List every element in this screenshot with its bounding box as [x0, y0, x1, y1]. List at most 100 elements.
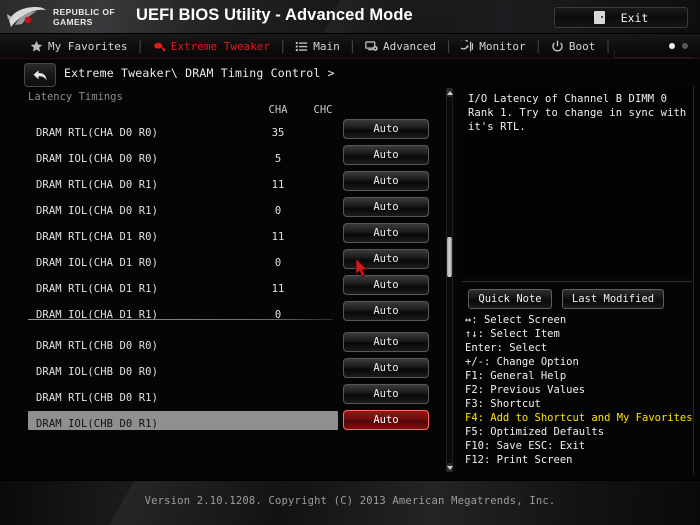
help-actions: Quick Note Last Modified: [468, 289, 692, 309]
rog-brand: REPUBLIC OF GAMERS: [6, 3, 128, 31]
breadcrumb: Extreme Tweaker\ DRAM Timing Control >: [64, 66, 335, 80]
nav-item-boot[interactable]: Boot: [542, 34, 605, 59]
shortcut-line: F4: Add to Shortcut and My Favorites: [465, 412, 693, 424]
nav-separator: |: [445, 39, 453, 53]
row-label: DRAM IOL(CHA D0 R0): [36, 153, 159, 165]
row-value-dropdown[interactable]: Auto: [343, 171, 429, 191]
row-label: DRAM RTL(CHA D1 R0): [36, 231, 159, 243]
table-row[interactable]: DRAM IOL(CHB D0 R1) Auto: [20, 410, 438, 437]
footer-version-text: Version 2.10.1208. Copyright (C) 2013 Am…: [144, 495, 556, 507]
exit-button-label: Exit: [620, 10, 649, 25]
shortcut-line: ↔: Select Screen: [465, 314, 567, 326]
scrollbar-thumb[interactable]: [447, 237, 452, 277]
shortcut-line: F3: Shortcut: [465, 398, 541, 410]
column-header-cha: CHA: [268, 104, 288, 116]
list-icon: [296, 41, 308, 51]
nav-label-extreme-tweaker: Extreme Tweaker: [170, 39, 271, 53]
table-row[interactable]: DRAM IOL(CHA D1 R0) 0 Auto: [20, 249, 438, 276]
row-value-cha: 5: [274, 153, 282, 165]
row-label: DRAM IOL(CHB D0 R1): [36, 418, 159, 430]
table-row[interactable]: DRAM IOL(CHB D0 R0) Auto: [20, 358, 438, 385]
help-panel: I/O Latency of Channel B DIMM 0 Rank 1. …: [462, 86, 692, 276]
main-navigation: My Favorites | Extreme Tweaker | Main |: [0, 34, 700, 59]
row-label: DRAM RTL(CHA D0 R1): [36, 179, 159, 191]
row-value-cha: 0: [274, 205, 282, 217]
row-value-cha: 35: [271, 127, 285, 139]
table-row[interactable]: DRAM RTL(CHB D0 R1) Auto: [20, 384, 438, 411]
nav-label-my-favorites: My Favorites: [48, 39, 128, 53]
nav-label-advanced: Advanced: [383, 39, 437, 53]
nav-item-extreme-tweaker[interactable]: Extreme Tweaker: [144, 34, 279, 59]
door-exit-icon: [593, 11, 605, 24]
shortcut-line: F1: General Help: [465, 370, 567, 382]
row-value-cha: 11: [271, 231, 285, 243]
row-value-dropdown[interactable]: Auto: [343, 410, 429, 430]
scroll-up-arrow-icon[interactable]: [446, 88, 453, 97]
table-row[interactable]: DRAM RTL(CHB D0 R0) Auto: [20, 332, 438, 359]
table-row[interactable]: DRAM RTL(CHA D0 R0) 35 Auto: [20, 119, 438, 146]
nav-item-main[interactable]: Main: [286, 34, 349, 59]
table-row[interactable]: DRAM IOL(CHA D0 R1) 0 Auto: [20, 197, 438, 224]
help-text: I/O Latency of Channel B DIMM 0 Rank 1. …: [468, 93, 687, 133]
row-value-dropdown[interactable]: Auto: [343, 197, 429, 217]
shortcut-line: +/-: Change Option: [465, 356, 579, 368]
list-scrollbar[interactable]: [446, 88, 453, 472]
mouse-cursor-icon: [355, 258, 368, 277]
pager-dot-2[interactable]: [682, 43, 688, 49]
row-value-dropdown[interactable]: Auto: [343, 358, 429, 378]
keyboard-shortcuts: ↔: Select Screen ↑↓: Select Item Enter: Se…: [465, 313, 697, 467]
row-label: DRAM RTL(CHB D0 R0): [36, 340, 159, 352]
shortcut-line: ↑↓: Select Item: [465, 328, 560, 340]
nav-separator: |: [348, 39, 357, 53]
back-arrow-icon: [33, 69, 46, 80]
star-icon: [30, 40, 43, 52]
row-label: DRAM RTL(CHA D1 R1): [36, 283, 159, 295]
nav-pager-dots[interactable]: [669, 43, 688, 49]
back-button[interactable]: [24, 63, 56, 87]
shortcut-line: F10: Save ESC: Exit: [465, 440, 586, 452]
row-label: DRAM RTL(CHB D0 R1): [36, 392, 159, 404]
rog-logo-icon: [7, 7, 46, 27]
nav-separator: |: [136, 39, 144, 53]
nav-item-advanced[interactable]: Advanced: [356, 34, 445, 59]
fan-gauge-icon: [461, 39, 474, 51]
nav-label-monitor: Monitor: [479, 39, 526, 53]
footer-bar: Version 2.10.1208. Copyright (C) 2013 Am…: [0, 480, 700, 525]
column-header-chc: CHC: [313, 104, 333, 116]
row-label: DRAM RTL(CHA D0 R0): [36, 127, 159, 139]
nav-separator: |: [534, 39, 542, 53]
tweaker-icon: [153, 42, 165, 51]
pager-dot-1[interactable]: [669, 43, 675, 49]
shortcut-line: F2: Previous Values: [465, 384, 586, 396]
nav-separator: |: [604, 39, 612, 53]
last-modified-button[interactable]: Last Modified: [562, 289, 664, 309]
exit-button[interactable]: Exit: [554, 7, 688, 28]
right-panel-edge: [693, 86, 694, 474]
brand-line-2: GAMERS: [53, 17, 93, 27]
nav-separator: |: [279, 39, 287, 53]
monitor-gear-icon: [365, 40, 378, 51]
table-row[interactable]: DRAM RTL(CHA D0 R1) 11 Auto: [20, 171, 438, 198]
table-row[interactable]: DRAM IOL(CHA D1 R1) 0 Auto: [20, 301, 438, 328]
brand-line-1: REPUBLIC OF: [53, 7, 116, 17]
nav-item-my-favorites[interactable]: My Favorites: [0, 34, 136, 59]
row-value-dropdown[interactable]: Auto: [343, 332, 429, 352]
row-value-dropdown[interactable]: Auto: [343, 119, 429, 139]
table-row[interactable]: DRAM RTL(CHA D1 R1) 11 Auto: [20, 275, 438, 302]
last-modified-label: Last Modified: [571, 293, 655, 305]
nav-item-monitor[interactable]: Monitor: [452, 34, 534, 59]
scroll-down-arrow-icon[interactable]: [446, 463, 453, 472]
row-value-dropdown[interactable]: Auto: [343, 223, 429, 243]
power-icon: [552, 40, 563, 51]
shortcut-line: Enter: Select: [465, 342, 548, 354]
row-value-dropdown[interactable]: Auto: [343, 384, 429, 404]
column-headers: CHA CHC: [20, 104, 438, 118]
row-value-dropdown[interactable]: Auto: [343, 145, 429, 165]
row-value-dropdown[interactable]: Auto: [343, 301, 429, 321]
table-row[interactable]: DRAM IOL(CHA D0 R0) 5 Auto: [20, 145, 438, 172]
row-value-dropdown[interactable]: Auto: [343, 275, 429, 295]
table-row[interactable]: DRAM RTL(CHA D1 R0) 11 Auto: [20, 223, 438, 250]
settings-list: CHA CHC DRAM RTL(CHA D0 R0) 35 Auto DRAM IO…: [20, 86, 438, 474]
quick-note-button[interactable]: Quick Note: [468, 289, 552, 309]
shortcut-line: F12: Print Screen: [465, 454, 573, 466]
